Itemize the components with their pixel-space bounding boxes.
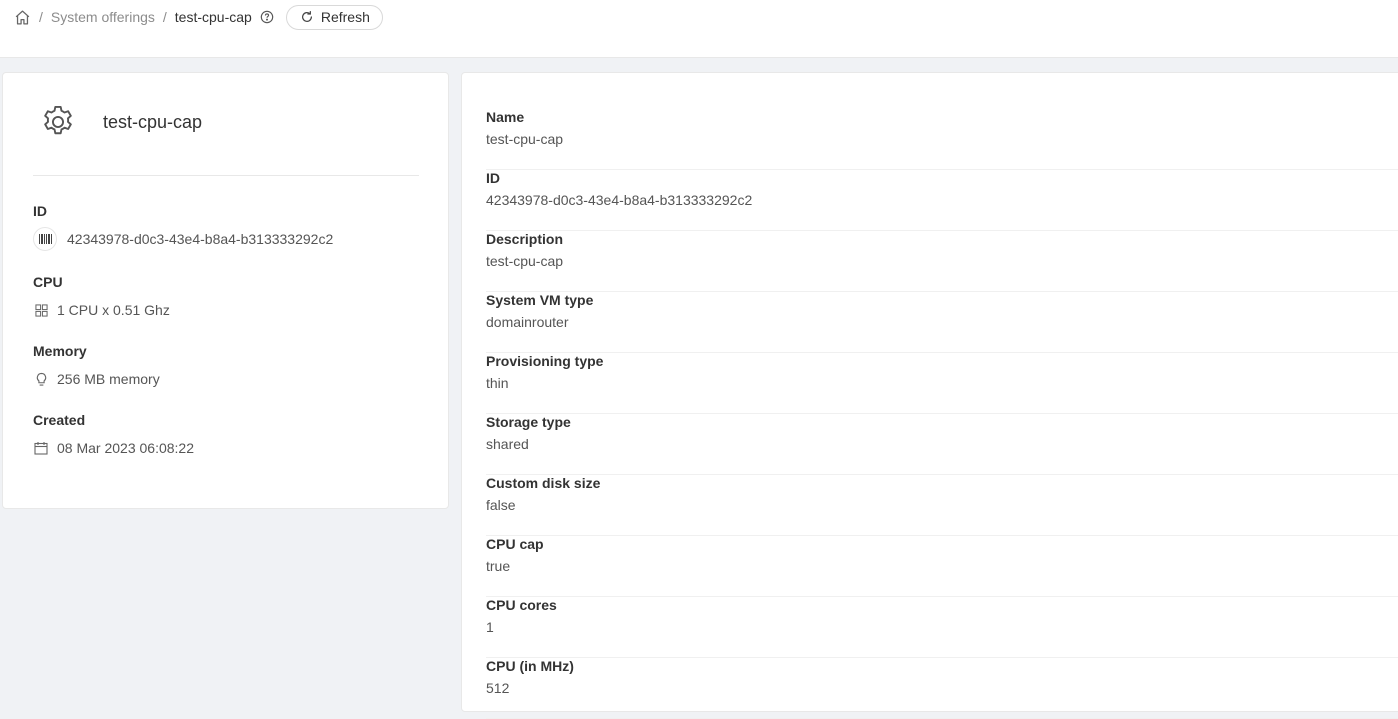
resource-summary-card: test-cpu-cap ID 42343978-d0c3-43e4-b8a4-… <box>2 72 449 509</box>
divider <box>33 175 419 176</box>
detail-label: CPU (in MHz) <box>486 658 574 674</box>
detail-cpu-cap: CPU cap true <box>486 536 1398 597</box>
breadcrumb-system-offerings[interactable]: System offerings <box>51 9 155 25</box>
info-id: ID 42343978-d0c3-43e4-b8a4-b313333292c2 <box>33 203 423 251</box>
breadcrumb-current: test-cpu-cap <box>174 9 252 25</box>
detail-label: Description <box>486 231 564 247</box>
info-value: 256 MB memory <box>57 371 160 387</box>
detail-id: ID 42343978-d0c3-43e4-b8a4-b313333292c2 <box>486 170 1398 231</box>
resource-header: test-cpu-cap <box>39 103 202 141</box>
detail-description: Description test-cpu-cap <box>486 231 1398 292</box>
detail-cpu-cores: CPU cores 1 <box>486 597 1398 658</box>
detail-value: false <box>486 497 516 513</box>
detail-provisioning-type: Provisioning type thin <box>486 353 1398 414</box>
calendar-icon <box>33 440 49 456</box>
detail-value: 42343978-d0c3-43e4-b8a4-b313333292c2 <box>486 192 753 208</box>
info-memory: Memory 256 MB memory <box>33 343 423 387</box>
info-cpu: CPU 1 CPU x 0.51 Ghz <box>33 274 423 318</box>
top-bar: / System offerings / test-cpu-cap Refres… <box>0 0 1398 58</box>
home-icon[interactable] <box>13 8 31 26</box>
question-circle-icon[interactable] <box>260 10 275 25</box>
info-label: Created <box>33 412 86 428</box>
detail-name: Name test-cpu-cap <box>486 109 1398 170</box>
breadcrumb-separator: / <box>39 9 43 25</box>
detail-custom-disk-size: Custom disk size false <box>486 475 1398 536</box>
detail-label: System VM type <box>486 292 594 308</box>
info-value: 08 Mar 2023 06:08:22 <box>57 440 194 456</box>
detail-value: thin <box>486 375 509 391</box>
details-card: Name test-cpu-cap ID 42343978-d0c3-43e4-… <box>461 72 1398 719</box>
resource-name: test-cpu-cap <box>103 111 203 132</box>
info-label: CPU <box>33 274 63 290</box>
info-label: Memory <box>33 343 87 359</box>
info-value: 1 CPU x 0.51 Ghz <box>57 302 170 318</box>
detail-label: ID <box>486 170 500 186</box>
detail-label: Provisioning type <box>486 353 604 369</box>
detail-storage-type: Storage type shared <box>486 414 1398 475</box>
detail-system-vm-type: System VM type domainrouter <box>486 292 1398 353</box>
detail-value: domainrouter <box>486 314 569 330</box>
detail-label: CPU cores <box>486 597 557 613</box>
details-list: Name test-cpu-cap ID 42343978-d0c3-43e4-… <box>486 109 1398 719</box>
info-label: ID <box>33 203 47 219</box>
detail-label: CPU cap <box>486 536 544 552</box>
gear-icon <box>39 103 77 141</box>
detail-label: Storage type <box>486 414 571 430</box>
reload-icon <box>299 9 315 25</box>
detail-value: test-cpu-cap <box>486 253 564 269</box>
breadcrumb-separator: / <box>162 9 167 25</box>
detail-label: Custom disk size <box>486 475 601 491</box>
detail-cpu-mhz: CPU (in MHz) 512 <box>486 658 1398 719</box>
detail-value: 1 <box>486 619 494 635</box>
detail-value: 512 <box>486 680 510 696</box>
info-value: 42343978-d0c3-43e4-b8a4-b313333292c2 <box>67 231 334 247</box>
info-created: Created 08 Mar 2023 06:08:22 <box>33 412 423 456</box>
appstore-icon <box>33 302 49 318</box>
refresh-button[interactable]: Refresh <box>285 4 383 30</box>
detail-label: Name <box>486 109 525 125</box>
barcode-icon <box>33 227 57 251</box>
breadcrumb: / System offerings / test-cpu-cap Refres… <box>13 4 383 30</box>
detail-value: shared <box>486 436 529 452</box>
bulb-icon <box>33 371 49 387</box>
detail-value: true <box>486 558 511 574</box>
detail-value: test-cpu-cap <box>486 131 564 147</box>
refresh-label: Refresh <box>320 9 370 25</box>
